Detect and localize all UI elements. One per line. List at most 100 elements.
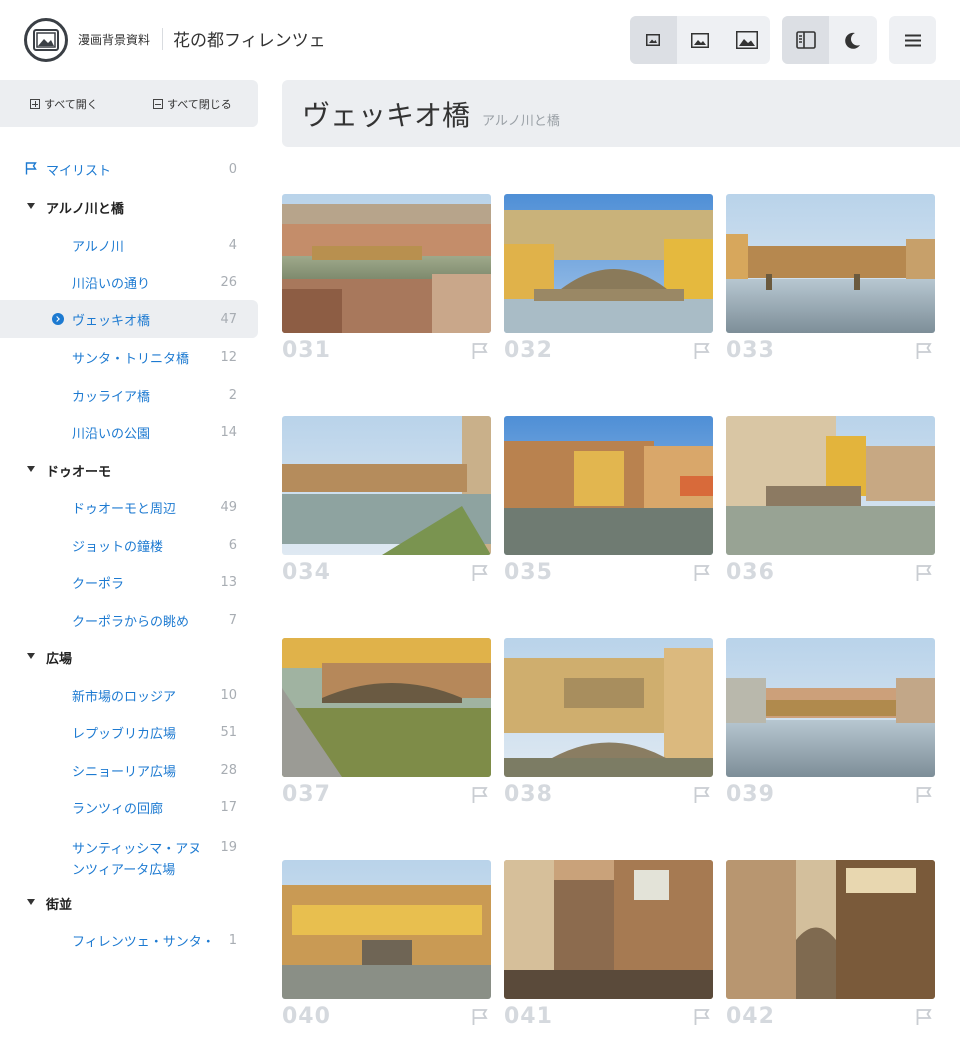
- photo-card[interactable]: 041: [504, 860, 713, 1050]
- photo-card[interactable]: 035: [504, 416, 713, 606]
- sidebar-item-label: アルノ川: [72, 239, 124, 255]
- sidebar-item[interactable]: シニョーリア広場 28: [0, 751, 258, 789]
- sidebar-item[interactable]: サンタ・トリニタ橋 12: [0, 338, 258, 376]
- sidebar-item[interactable]: 川沿いの通り 26: [0, 263, 258, 301]
- photo-card[interactable]: 042: [726, 860, 935, 1050]
- sidebar-item[interactable]: レプッブリカ広場 51: [0, 713, 258, 751]
- photo-thumbnail[interactable]: [504, 194, 713, 333]
- sidebar-item-count: 19: [220, 840, 237, 855]
- sidebar-item[interactable]: ドゥオーモと周辺 49: [0, 488, 258, 526]
- moon-icon: [844, 32, 860, 49]
- photo-card[interactable]: 036: [726, 416, 935, 606]
- thumbnail-large-button[interactable]: [723, 16, 770, 64]
- sidebar-item[interactable]: ランツィの回廊 17: [0, 788, 258, 826]
- sidebar-item-label: 広場: [46, 651, 73, 667]
- caret-down-icon[interactable]: [27, 466, 35, 472]
- sidebar-item[interactable]: サンティッシマ・アヌンツィアータ広場 19: [0, 836, 258, 884]
- caret-down-icon[interactable]: [27, 203, 35, 209]
- sidebar-category[interactable]: 広場: [0, 638, 258, 676]
- flag-icon[interactable]: [471, 342, 489, 364]
- collapse-all-button[interactable]: すべて閉じる: [153, 96, 232, 112]
- photo-thumbnail[interactable]: [726, 638, 935, 777]
- dark-mode-button[interactable]: [829, 16, 876, 64]
- app-header: 漫画背景資料 花の都フィレンツェ: [0, 0, 960, 80]
- sidebar-item-count: 12: [220, 349, 237, 365]
- photo-card[interactable]: 040: [282, 860, 491, 1050]
- sidebar-item[interactable]: フィレンツェ・サンタ・ 1: [0, 921, 258, 959]
- breadcrumb[interactable]: アルノ川と橋: [482, 110, 560, 129]
- photo-card[interactable]: 032: [504, 194, 713, 384]
- photo-thumbnail[interactable]: [504, 416, 713, 555]
- photo-number: 037: [282, 782, 331, 807]
- photo-number: 034: [282, 560, 331, 585]
- photo-card[interactable]: 038: [504, 638, 713, 828]
- sidebar-toggle-button[interactable]: [782, 16, 829, 64]
- photo-thumbnail[interactable]: [726, 860, 935, 999]
- sidebar-item[interactable]: ジョットの鐘楼 6: [0, 526, 258, 564]
- photo-card[interactable]: 031: [282, 194, 491, 384]
- site-title[interactable]: 花の都フィレンツェ: [173, 26, 326, 51]
- expand-all-button[interactable]: すべて開く: [30, 96, 98, 112]
- photo-thumbnail[interactable]: [282, 638, 491, 777]
- photo-thumbnail[interactable]: [726, 194, 935, 333]
- flag-icon[interactable]: [693, 564, 711, 586]
- divider: [162, 28, 163, 50]
- sidebar-item-label: シニョーリア広場: [72, 764, 177, 780]
- sidebar-item[interactable]: アルノ川 4: [0, 226, 258, 264]
- photo-card[interactable]: 033: [726, 194, 935, 384]
- thumbnail-medium-button[interactable]: [677, 16, 724, 64]
- sidebar-item[interactable]: クーポラからの眺め 7: [0, 601, 258, 639]
- flag-icon[interactable]: [915, 1008, 933, 1030]
- photo-card[interactable]: 034: [282, 416, 491, 606]
- flag-icon[interactable]: [693, 1008, 711, 1030]
- sidebar-item-label: クーポラからの眺め: [72, 614, 190, 630]
- mylist-count: 0: [228, 161, 237, 177]
- sidebar-item[interactable]: ヴェッキオ橋 47: [0, 300, 258, 338]
- menu-button[interactable]: [889, 16, 936, 64]
- logo-icon[interactable]: [24, 18, 68, 62]
- sidebar-item[interactable]: 川沿いの公園 14: [0, 413, 258, 451]
- sidebar-item-count: 10: [220, 687, 237, 703]
- chevron-right-circle-icon: [52, 313, 64, 325]
- flag-icon[interactable]: [693, 786, 711, 808]
- flag-icon[interactable]: [915, 342, 933, 364]
- hamburger-icon: [904, 34, 921, 46]
- sidebar-item-label: ランツィの回廊: [72, 801, 164, 817]
- photo-thumbnail[interactable]: [282, 416, 491, 555]
- caret-down-icon[interactable]: [27, 653, 35, 659]
- photo-thumbnail[interactable]: [282, 194, 491, 333]
- flag-icon[interactable]: [693, 342, 711, 364]
- sidebar-item-mylist[interactable]: マイリスト 0: [0, 150, 258, 188]
- thumbnail-small-button[interactable]: [630, 16, 677, 64]
- flag-icon[interactable]: [471, 1008, 489, 1030]
- sidebar-item[interactable]: カッライア橋 2: [0, 376, 258, 414]
- photo-thumbnail[interactable]: [504, 638, 713, 777]
- sidebar-item-count: 2: [228, 387, 237, 403]
- flag-icon[interactable]: [915, 564, 933, 586]
- flag-icon[interactable]: [471, 786, 489, 808]
- sidebar-category[interactable]: アルノ川と橋: [0, 188, 258, 226]
- flag-icon[interactable]: [915, 786, 933, 808]
- photo-card[interactable]: 037: [282, 638, 491, 828]
- sidebar-item-count: 17: [220, 799, 237, 815]
- thumbnail-size-switcher: [630, 16, 770, 64]
- photo-thumbnail[interactable]: [504, 860, 713, 999]
- photo-number: 031: [282, 338, 331, 363]
- photo-number: 040: [282, 1004, 331, 1029]
- caret-down-icon[interactable]: [27, 899, 35, 905]
- photo-number: 032: [504, 338, 553, 363]
- flag-icon[interactable]: [471, 564, 489, 586]
- sidebar-category[interactable]: 街並: [0, 884, 258, 922]
- sidebar-item-label: アルノ川と橋: [46, 201, 124, 217]
- sidebar-item-label: 川沿いの通り: [72, 276, 151, 292]
- sidebar-item[interactable]: クーポラ 13: [0, 563, 258, 601]
- sidebar-item-label: カッライア橋: [72, 389, 151, 405]
- photo-thumbnail[interactable]: [282, 860, 491, 999]
- sidebar-category[interactable]: ドゥオーモ: [0, 451, 258, 489]
- sidebar-item[interactable]: 新市場のロッジア 10: [0, 676, 258, 714]
- photo-card[interactable]: 039: [726, 638, 935, 828]
- sidebar-item-label: クーポラ: [72, 576, 125, 592]
- sidebar-item-label: ドゥオーモ: [46, 464, 112, 480]
- sidebar-toggle-icon: [795, 31, 816, 49]
- photo-thumbnail[interactable]: [726, 416, 935, 555]
